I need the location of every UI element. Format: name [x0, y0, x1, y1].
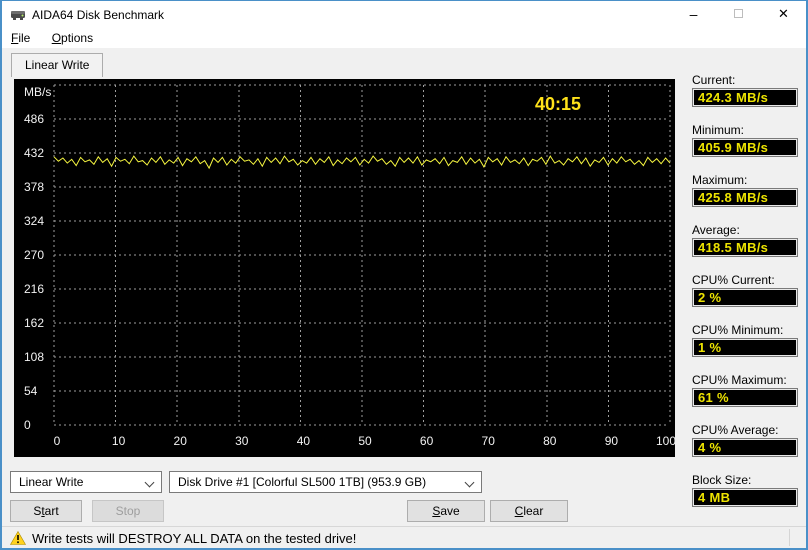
stat-group: Minimum: 405.9 MB/s [692, 123, 798, 157]
chevron-down-icon [464, 477, 475, 488]
x-tick-label: 40 [297, 434, 311, 448]
status-divider [789, 529, 790, 546]
stat-value: 2 % [692, 288, 798, 307]
x-tick-label: 0 [54, 434, 61, 448]
menu-options[interactable]: Options [43, 28, 102, 48]
stat-group: Block Size: 4 MB [692, 473, 798, 507]
stat-value: 424.3 MB/s [692, 88, 798, 107]
x-tick-label: 90 [605, 434, 619, 448]
minimize-button[interactable]: – [671, 1, 716, 27]
stat-label: Block Size: [692, 473, 752, 487]
x-tick-label: 70 [482, 434, 496, 448]
x-tick-label: 100 % [656, 434, 675, 448]
stat-value: 4 % [692, 438, 798, 457]
x-tick-label: 30 [235, 434, 249, 448]
menu-file[interactable]: File [2, 28, 39, 48]
status-message: Write tests will DESTROY ALL DATA on the… [32, 531, 357, 546]
stats-panel: Current: 424.3 MB/s Minimum: 405.9 MB/s Maxi… [692, 73, 798, 507]
stat-value: 425.8 MB/s [692, 188, 798, 207]
y-tick-label: 378 [24, 180, 44, 194]
y-tick-label: 162 [24, 316, 44, 330]
stat-label: CPU% Average: [692, 423, 779, 437]
x-tick-label: 60 [420, 434, 434, 448]
title-bar: AIDA64 Disk Benchmark – ✕ [2, 1, 806, 28]
stat-label: CPU% Current: [692, 273, 775, 287]
y-tick-label: 0 [24, 418, 31, 432]
y-tick-label: 216 [24, 282, 44, 296]
stat-value: 61 % [692, 388, 798, 407]
elapsed-time-label: 40:15 [535, 94, 581, 114]
y-tick-label: 54 [24, 384, 38, 398]
save-button[interactable]: Save [407, 500, 485, 522]
stat-group: CPU% Average: 4 % [692, 423, 798, 457]
test-type-select[interactable]: Linear Write [10, 471, 162, 493]
stat-group: CPU% Minimum: 1 % [692, 323, 798, 357]
stat-group: CPU% Current: 2 % [692, 273, 798, 307]
y-tick-label: 432 [24, 146, 44, 160]
window-title: AIDA64 Disk Benchmark [32, 8, 165, 22]
y-axis-unit-label: MB/s [24, 85, 51, 99]
stat-group: Maximum: 425.8 MB/s [692, 173, 798, 207]
stat-group: Average: 418.5 MB/s [692, 223, 798, 257]
stat-label: CPU% Minimum: [692, 323, 784, 337]
close-button[interactable]: ✕ [761, 1, 806, 27]
stat-value: 1 % [692, 338, 798, 357]
stat-label: CPU% Maximum: [692, 373, 787, 387]
y-tick-label: 486 [24, 112, 44, 126]
stat-value: 418.5 MB/s [692, 238, 798, 257]
stat-value: 4 MB [692, 488, 798, 507]
tab-linear-write[interactable]: Linear Write [11, 53, 104, 77]
disk-drive-icon [10, 8, 26, 24]
benchmark-chart: MB/s 486 432 378 324 270 216 162 108 54 0 0 10 20 30 40… [14, 79, 690, 457]
stat-group: Current: 424.3 MB/s [692, 73, 798, 107]
x-tick-label: 50 [358, 434, 372, 448]
y-tick-label: 270 [24, 248, 44, 262]
stat-label: Average: [692, 223, 740, 237]
menu-bar: File Options [2, 28, 806, 48]
maximize-icon [734, 9, 743, 18]
y-tick-label: 108 [24, 350, 44, 364]
stat-value: 405.9 MB/s [692, 138, 798, 157]
app-window: AIDA64 Disk Benchmark – ✕ File Options L… [0, 0, 808, 550]
stat-label: Minimum: [692, 123, 745, 137]
x-tick-label: 80 [543, 434, 557, 448]
x-tick-label: 10 [112, 434, 126, 448]
stat-label: Maximum: [692, 173, 748, 187]
start-button[interactable]: Start [10, 500, 82, 522]
chart-canvas: MB/s 486 432 378 324 270 216 162 108 54 0 0 10 20 30 40… [24, 84, 690, 448]
stat-label: Current: [692, 73, 736, 87]
stat-group: CPU% Maximum: 61 % [692, 373, 798, 407]
disk-drive-select[interactable]: Disk Drive #1 [Colorful SL500 1TB] (953.… [169, 471, 482, 493]
warning-icon [9, 530, 27, 548]
status-bar: Write tests will DESTROY ALL DATA on the… [2, 526, 806, 548]
disk-drive-value: Disk Drive #1 [Colorful SL500 1TB] (953.… [178, 475, 427, 489]
y-tick-label: 324 [24, 214, 44, 228]
maximize-button [716, 1, 761, 27]
test-type-value: Linear Write [19, 475, 84, 489]
chevron-down-icon [144, 477, 155, 488]
x-tick-label: 20 [174, 434, 188, 448]
stop-button: Stop [92, 500, 164, 522]
clear-button[interactable]: Clear [490, 500, 568, 522]
